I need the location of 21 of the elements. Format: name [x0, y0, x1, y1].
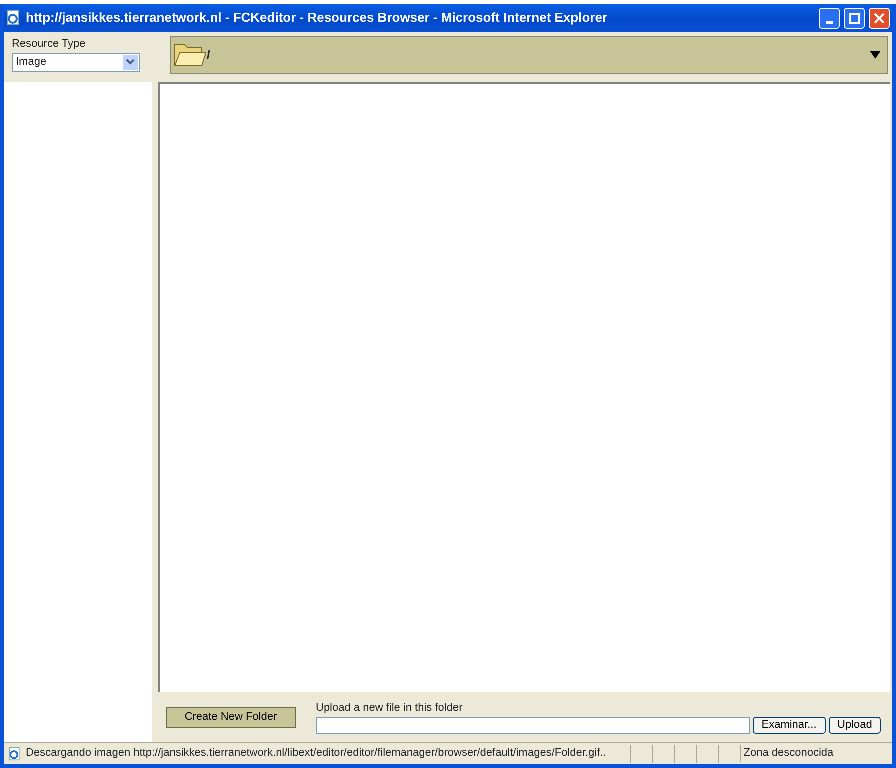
upload-button[interactable]: Upload — [828, 716, 882, 734]
close-icon — [874, 12, 885, 24]
close-button[interactable] — [869, 8, 890, 28]
browse-button[interactable]: Examinar... — [752, 716, 826, 734]
minimize-icon — [826, 20, 833, 24]
create-new-folder-button[interactable]: Create New Folder — [166, 706, 296, 728]
folder-path: / — [207, 47, 212, 64]
file-input-field[interactable] — [316, 716, 750, 734]
resource-type-select[interactable]: Image — [12, 52, 140, 72]
status-text: Descargando imagen http://jansikkes.tierranetwork.nl/libext/editor/editor/filemanager/browser/default/images/Folder.gif.. — [26, 746, 608, 762]
browser-page-icon — [6, 10, 22, 26]
maximize-icon — [849, 12, 860, 24]
page-icon — [8, 746, 22, 760]
zone-text: Zona desconocida — [740, 745, 890, 762]
upload-label: Upload a new file in this folder — [316, 701, 464, 716]
maximize-button[interactable] — [844, 8, 865, 28]
dropdown-arrow-icon[interactable] — [870, 51, 881, 59]
chevron-down-icon — [126, 59, 135, 65]
minimize-button[interactable] — [819, 8, 840, 28]
window-title: http://jansikkes.tierranetwork.nl - FCKeditor - Resources Browser - Microsoft Internet Explorer — [26, 9, 609, 28]
resource-type-label: Resource Type — [12, 37, 87, 52]
